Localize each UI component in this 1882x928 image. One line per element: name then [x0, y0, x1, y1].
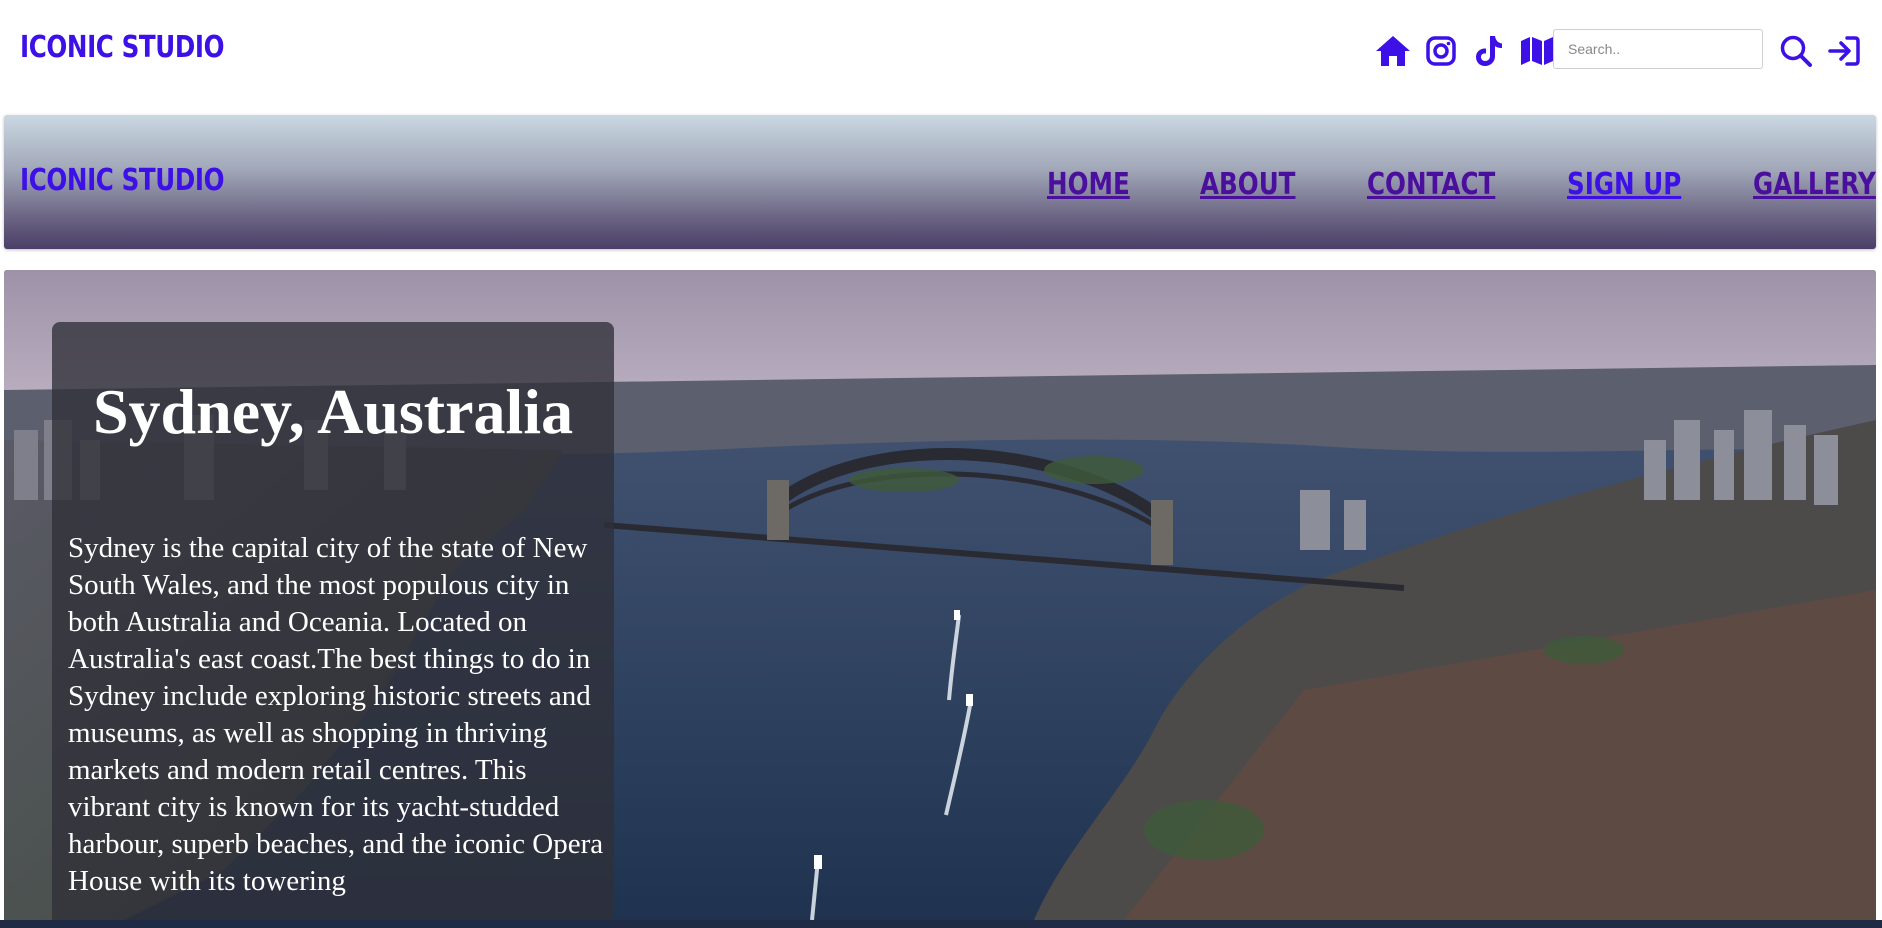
home-icon[interactable]: [1372, 30, 1414, 72]
navbar-brand[interactable]: ICONIC STUDIO: [20, 163, 225, 198]
nav-link-about[interactable]: ABOUT: [1200, 167, 1295, 202]
social-icons: [1372, 30, 1564, 72]
tiktok-icon[interactable]: [1468, 30, 1510, 72]
sign-in-icon[interactable]: [1822, 29, 1866, 73]
hero-section: Sydney, Australia Sydney is the capital …: [4, 270, 1876, 920]
brand-logo[interactable]: ICONIC STUDIO: [20, 30, 225, 65]
destination-title: Sydney, Australia: [92, 376, 574, 447]
nav-link-gallery[interactable]: GALLERY: [1753, 167, 1876, 202]
nav-link-home[interactable]: HOME: [1047, 167, 1130, 202]
search-input[interactable]: [1553, 29, 1763, 69]
map-icon[interactable]: [1516, 30, 1558, 72]
bottom-bar: [0, 920, 1882, 928]
main-navbar: ICONIC STUDIO HOME ABOUT CONTACT SIGN UP…: [4, 115, 1876, 249]
destination-description: Sydney is the capital city of the state …: [68, 532, 604, 897]
nav-link-contact[interactable]: CONTACT: [1367, 167, 1495, 202]
nav-link-sign-up[interactable]: SIGN UP: [1567, 167, 1681, 202]
destination-info-card: Sydney, Australia Sydney is the capital …: [52, 322, 614, 920]
instagram-icon[interactable]: [1420, 30, 1462, 72]
top-bar: ICONIC STUDIO: [0, 0, 1882, 100]
search-icon[interactable]: [1774, 29, 1818, 73]
